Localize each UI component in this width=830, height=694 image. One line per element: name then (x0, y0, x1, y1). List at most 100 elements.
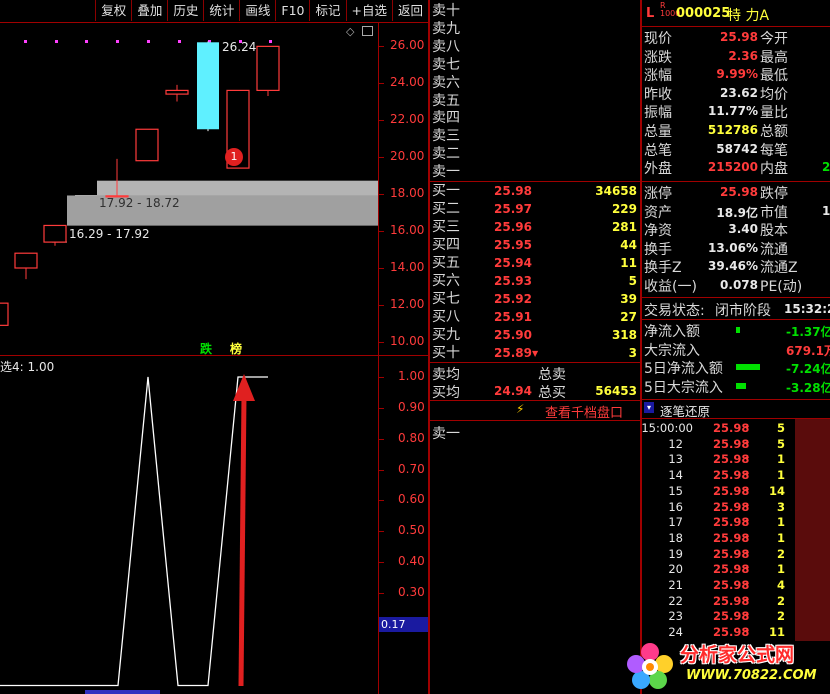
tick-time: 18 (668, 530, 683, 545)
toolbar-button[interactable]: 复权 (95, 0, 131, 21)
quote-label: 总额 (760, 124, 788, 140)
toolbar-button[interactable]: 叠加 (131, 0, 167, 21)
ask-level-label: 卖一 (432, 164, 460, 181)
quote-value: 512786 (707, 123, 758, 137)
quote-mid-divider (642, 181, 830, 182)
indicator-chart[interactable] (0, 356, 378, 694)
toolbar-button[interactable]: 画线 (239, 0, 275, 21)
toolbar-button[interactable]: 统计 (203, 0, 239, 21)
bid-price: 25.91 (494, 310, 532, 324)
lightning-icon: ⚡ (516, 402, 525, 416)
bid-volume: 39 (620, 292, 637, 306)
tick-price: 25.98 (713, 515, 750, 530)
tick-row[interactable]: 23 25.98 ▾ 2 (643, 609, 793, 625)
tick-row[interactable]: 18 25.98 ▾ 1 (643, 531, 793, 547)
tick-price: 25.98 (713, 609, 750, 624)
tick-volume: 4 (776, 578, 785, 592)
tick-time: 17 (668, 515, 683, 530)
quote-label: 昨收 (644, 86, 672, 103)
bid-level-label: 买六 (432, 273, 460, 289)
price-tick-mark (378, 120, 384, 121)
tick-price: 25.98 (713, 546, 750, 561)
tick-row[interactable]: 13 25.98 ▾ 1 (643, 452, 793, 468)
tick-row[interactable]: 22 25.98 ▾ 2 (643, 594, 793, 610)
tag-left[interactable]: 跌 (200, 340, 212, 357)
price-tick: 24.00 (390, 75, 425, 89)
tick-time: 16 (668, 499, 683, 514)
bid-level-label: 买二 (432, 201, 460, 217)
tick-time: 23 (668, 609, 683, 624)
candlestick-chart[interactable] (0, 23, 378, 355)
toolbar-button[interactable]: 历史 (167, 0, 203, 21)
signal-dot (269, 40, 272, 43)
tick-price: 25.98 (713, 530, 750, 545)
diamond-icon[interactable]: ◇ (346, 25, 354, 38)
flow-label: 大宗流入 (644, 342, 700, 359)
ticks-collapse-icon[interactable]: ▾ (644, 402, 654, 413)
tick-time: 14 (668, 468, 683, 483)
tick-volume: 5 (776, 421, 785, 435)
tick-row[interactable]: 20 25.98 ▾ 1 (643, 562, 793, 578)
tick-row[interactable]: 21 25.98 ▾ 4 (643, 578, 793, 594)
quote-value: 23.62 (720, 85, 758, 100)
ask-level-label: 卖六 (432, 74, 460, 91)
tick-price: 25.98 (713, 436, 750, 451)
tick-row[interactable]: 15 25.98 ▾ 14 (643, 484, 793, 500)
indicator-tick-mark (378, 500, 384, 502)
toolbar-button[interactable]: +自选 (345, 0, 392, 21)
tick-volume: 2 (776, 593, 785, 608)
tick-down-arrow-icon: ▾ (745, 438, 750, 448)
ask-level-label: 卖十 (432, 3, 460, 19)
candle-body (256, 45, 280, 91)
ask-level-label: 卖二 (432, 146, 460, 163)
ask-level-label: 卖五 (432, 92, 460, 109)
tick-volume: 2 (776, 546, 785, 561)
avg-buy-label: 买均 (432, 385, 460, 401)
tick-row[interactable]: 16 25.98 ▾ 3 (643, 500, 793, 516)
quote-label: 股本 (760, 223, 788, 240)
bid-volume: 5 (628, 274, 637, 288)
tag-right[interactable]: 榜 (230, 340, 242, 357)
quote-label: 外盘 (644, 161, 672, 178)
signal-dot (116, 40, 119, 43)
price-tick: 12.00 (390, 297, 425, 311)
price-tick-mark (378, 268, 384, 269)
tick-price: 25.98 (713, 452, 750, 467)
market-prefix: L (646, 6, 655, 21)
tick-row[interactable]: 17 25.98 ▾ 1 (643, 515, 793, 531)
quote-label: 流通 (760, 241, 788, 258)
toolbar-button[interactable]: F10 (275, 0, 309, 21)
tick-time: 12 (668, 436, 683, 451)
candle-body (14, 252, 38, 269)
bid-volume: 11 (620, 256, 637, 270)
tick-row[interactable]: 14 25.98 ▾ 1 (643, 468, 793, 484)
stock-code: 000025 (676, 6, 731, 21)
price-tick-mark (378, 194, 384, 195)
quote-value: 39.46% (708, 259, 758, 274)
flow-value: 679.1万 (786, 343, 830, 358)
bid-level-label: 买四 (432, 237, 460, 253)
thousand-level-link[interactable]: 查看千档盘口 (545, 402, 623, 421)
resistance-zone-upper (97, 180, 378, 196)
tick-row[interactable]: 12 25.98 ▾ 5 (643, 437, 793, 453)
panel-divider-right (640, 0, 642, 694)
watermark-title: 分析家公式网 (680, 644, 795, 666)
quote-label: 每笔 (760, 142, 788, 159)
tick-row[interactable]: 15:00:00 25.98 ▾ 5 (641, 421, 793, 437)
tick-volume: 2 (776, 609, 785, 624)
bid-price: 25.92 (494, 292, 532, 306)
signal-dot (24, 40, 27, 43)
toolbar-button[interactable]: 返回 (391, 0, 428, 21)
quote-label: 净资 (644, 223, 672, 240)
tick-down-arrow-icon: ▾ (745, 548, 750, 558)
flow-bar (736, 382, 746, 389)
tick-row[interactable]: 19 25.98 ▾ 2 (643, 547, 793, 563)
window-toggle-icon[interactable] (362, 26, 373, 36)
alert-marker[interactable]: 1 (225, 148, 243, 166)
toolbar-button[interactable]: 标记 (309, 0, 345, 21)
quote-value: 2 (822, 160, 830, 175)
tick-volume: 1 (776, 452, 785, 467)
bid-price: 25.96 (494, 220, 532, 234)
indicator-tick-mark (378, 469, 384, 471)
total-sell-label: 总卖 (538, 367, 566, 383)
